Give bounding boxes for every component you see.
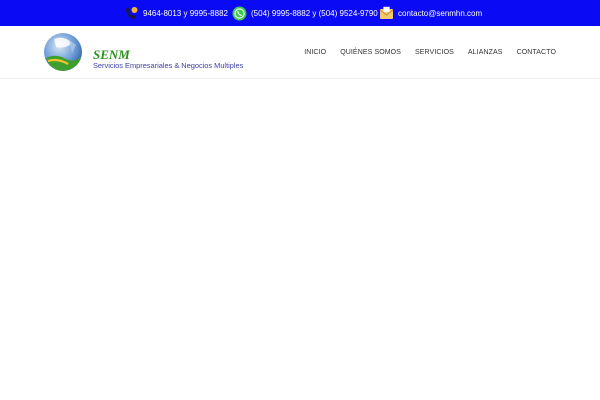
site-header: SENM Servicios Empresariales & Negocios … xyxy=(0,26,600,79)
main-content-area xyxy=(0,79,600,400)
whatsapp-text: (504) 9995-8882 y (504) 9524-9790 xyxy=(251,8,378,18)
nav-item-inicio[interactable]: INICIO xyxy=(297,49,333,56)
logo-tagline: Servicios Empresariales & Negocios Multi… xyxy=(93,61,244,70)
email-contact[interactable]: contacto@senmhn.com xyxy=(379,0,482,26)
site-logo[interactable]: SENM Servicios Empresariales & Negocios … xyxy=(42,31,254,73)
nav-item-quienes-somos[interactable]: QUIÉNES SOMOS xyxy=(333,49,408,56)
logo-name: SENM xyxy=(93,47,130,62)
phone-icon xyxy=(124,6,139,21)
email-text: contacto@senmhn.com xyxy=(398,8,483,18)
nav-item-servicios[interactable]: SERVICIOS xyxy=(408,49,461,56)
envelope-icon xyxy=(379,6,394,21)
phone-text: 9464-8013 y 9995-8882 xyxy=(143,8,228,18)
top-contact-bar: 9464-8013 y 9995-8882 (504) 9995-8882 y … xyxy=(0,0,600,26)
whatsapp-icon xyxy=(232,6,247,21)
whatsapp-contact[interactable]: (504) 9995-8882 y (504) 9524-9790 xyxy=(232,0,378,26)
main-nav: INICIO QUIÉNES SOMOS SERVICIOS ALIANZAS … xyxy=(297,26,556,78)
phone-contact[interactable]: 9464-8013 y 9995-8882 xyxy=(124,0,228,26)
nav-item-alianzas[interactable]: ALIANZAS xyxy=(461,49,510,56)
logo-globe-icon xyxy=(44,33,82,71)
nav-item-contacto[interactable]: CONTACTO xyxy=(510,49,556,56)
